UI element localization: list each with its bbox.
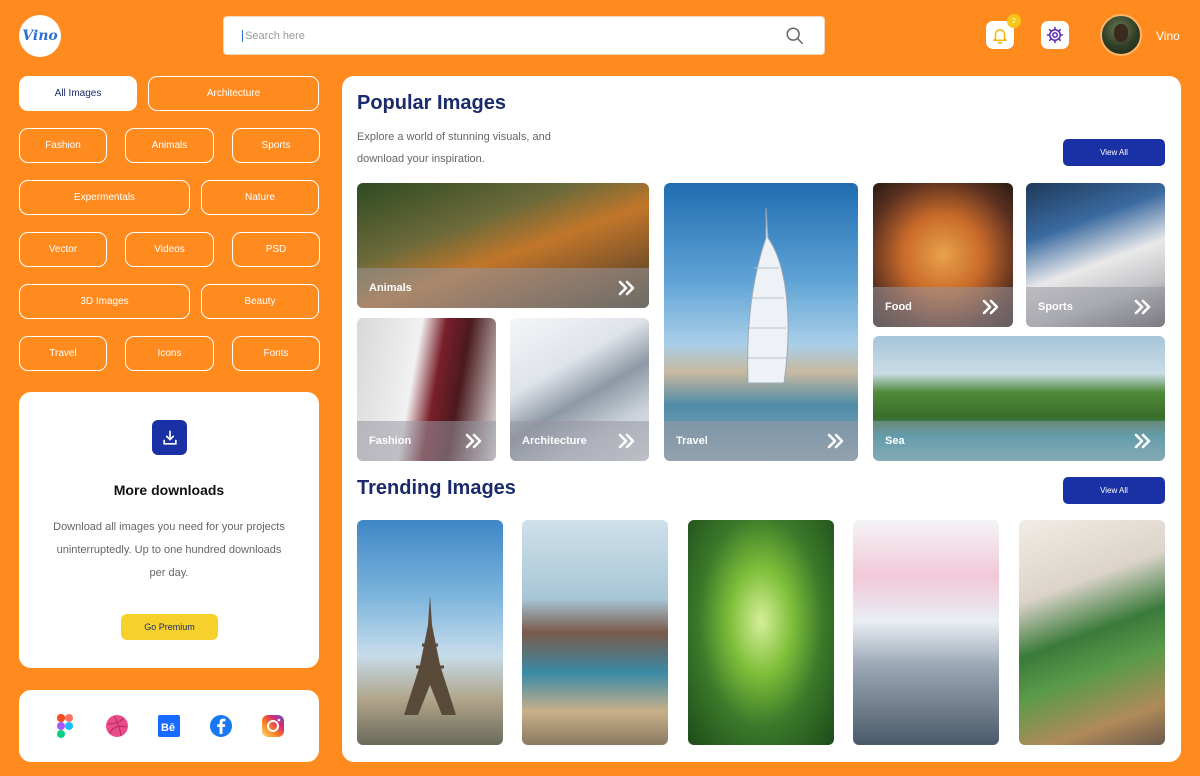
category-psd[interactable]: PSD xyxy=(232,232,320,267)
avatar[interactable] xyxy=(1100,14,1142,56)
facebook-icon[interactable] xyxy=(208,713,234,739)
username[interactable]: Vino xyxy=(1156,29,1180,43)
category-all-images[interactable]: All Images xyxy=(19,76,137,111)
trending-image-green-tunnel[interactable] xyxy=(688,520,834,745)
notification-badge: 2 xyxy=(1007,14,1021,28)
search-icon[interactable] xyxy=(784,25,806,47)
category-beauty[interactable]: Beauty xyxy=(201,284,319,319)
trending-images-title: Trending Images xyxy=(357,477,516,499)
burj-al-arab-shape xyxy=(747,208,789,384)
double-chevron-icon xyxy=(982,299,999,315)
popular-images-title: Popular Images xyxy=(357,92,506,114)
eiffel-tower-shape xyxy=(404,595,456,715)
tile-food[interactable]: Food xyxy=(873,183,1013,327)
tile-label: Sea xyxy=(885,435,905,447)
social-links: Bē xyxy=(19,690,319,762)
double-chevron-icon xyxy=(827,433,844,449)
promo-title: More downloads xyxy=(113,482,225,498)
tile-label: Architecture xyxy=(522,435,587,447)
dribbble-icon[interactable] xyxy=(104,713,130,739)
instagram-icon[interactable] xyxy=(260,713,286,739)
tile-label: Food xyxy=(885,301,912,313)
app-logo[interactable]: Vino xyxy=(19,15,61,57)
category-fonts[interactable]: Fonts xyxy=(232,336,320,371)
bell-icon xyxy=(993,29,1007,44)
category-travel[interactable]: Travel xyxy=(19,336,107,371)
category-nature[interactable]: Nature xyxy=(201,180,319,215)
search-input[interactable] xyxy=(242,29,784,42)
category-vector[interactable]: Vector xyxy=(19,232,107,267)
category-fashion[interactable]: Fashion xyxy=(19,128,107,163)
double-chevron-icon xyxy=(618,433,635,449)
go-premium-button[interactable]: Go Premium xyxy=(121,614,218,640)
category-3d-images[interactable]: 3D Images xyxy=(19,284,190,319)
main-panel: Popular Images Explore a world of stunni… xyxy=(342,76,1181,762)
promo-text: Download all images you need for your pr… xyxy=(53,521,285,579)
popular-view-all-button[interactable]: View All xyxy=(1063,139,1165,166)
svg-text:Bē: Bē xyxy=(161,722,175,734)
tile-animals[interactable]: Animals xyxy=(357,183,649,308)
trending-image-clock-tower[interactable] xyxy=(853,520,999,745)
double-chevron-icon xyxy=(465,433,482,449)
tile-architecture[interactable]: Architecture xyxy=(510,318,649,461)
tile-sea[interactable]: Sea xyxy=(873,336,1165,461)
double-chevron-icon xyxy=(618,280,635,296)
search-bar[interactable] xyxy=(223,16,825,55)
category-expermentals[interactable]: Expermentals xyxy=(19,180,190,215)
figma-icon[interactable] xyxy=(52,713,78,739)
settings-button[interactable] xyxy=(1041,21,1069,49)
tile-label: Animals xyxy=(369,282,412,294)
tile-label: Fashion xyxy=(369,435,412,447)
category-architecture[interactable]: Architecture xyxy=(148,76,319,111)
tile-fashion[interactable]: Fashion xyxy=(357,318,496,461)
gear-icon xyxy=(1046,26,1064,44)
tile-label: Travel xyxy=(676,435,708,447)
trending-image-eiffel[interactable] xyxy=(357,520,503,745)
download-icon xyxy=(152,420,187,455)
double-chevron-icon xyxy=(1134,433,1151,449)
tile-label: Sports xyxy=(1038,301,1073,313)
tile-sports[interactable]: Sports xyxy=(1026,183,1165,327)
double-chevron-icon xyxy=(1134,299,1151,315)
category-sports[interactable]: Sports xyxy=(232,128,320,163)
category-animals[interactable]: Animals xyxy=(125,128,214,163)
trending-image-plants[interactable] xyxy=(1019,520,1165,745)
trending-image-shipwreck[interactable] xyxy=(522,520,668,745)
trending-view-all-button[interactable]: View All xyxy=(1063,477,1165,504)
tile-travel[interactable]: Travel xyxy=(664,183,858,461)
category-icons[interactable]: Icons xyxy=(125,336,214,371)
behance-icon[interactable]: Bē xyxy=(156,713,182,739)
popular-images-description: Explore a world of stunning visuals, and… xyxy=(357,131,551,165)
promo-card: More downloads Download all images you n… xyxy=(19,392,319,668)
category-videos[interactable]: Videos xyxy=(125,232,214,267)
